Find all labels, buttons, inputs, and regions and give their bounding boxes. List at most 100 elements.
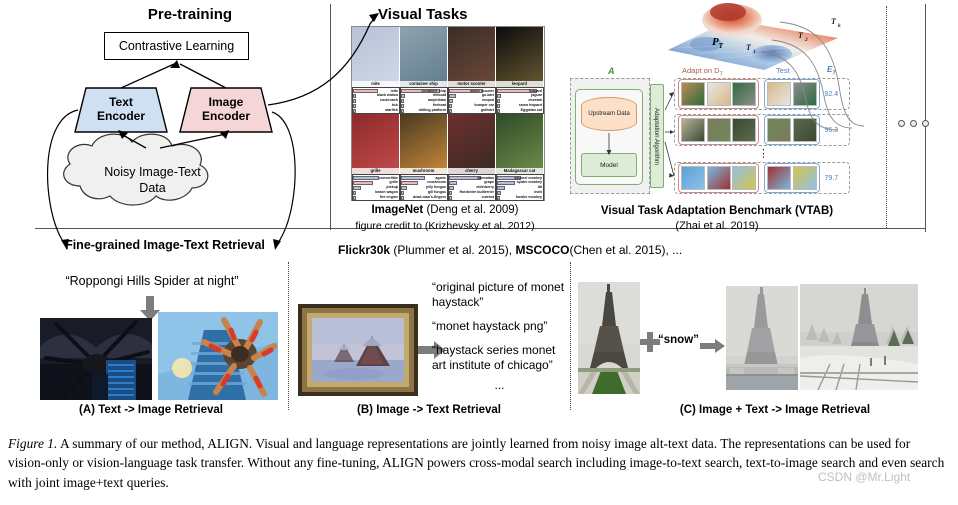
imagenet-prediction-label: beach wagon	[375, 190, 398, 195]
panel-b-result-ellipsis: ...	[494, 378, 505, 392]
pretraining-title: Pre-training	[147, 6, 233, 23]
image-encoder-label-line2: Encoder	[201, 109, 250, 123]
more-tasks-indicator	[898, 118, 954, 130]
vtab-task-space-surface: PT	[660, 2, 845, 74]
imagenet-prediction-label: cheetah	[528, 98, 542, 103]
imagenet-photo: motor scooter	[448, 27, 496, 87]
imagenet-photo: grille	[352, 114, 400, 174]
imagenet-prediction-label: howler monkey	[515, 195, 542, 200]
imagenet-prediction-row: indri	[497, 190, 543, 195]
ring-icon-1	[898, 120, 905, 127]
imagenet-prediction-label: bumper car	[474, 103, 494, 108]
csdn-watermark: CSDN @Mr.Light	[818, 470, 911, 484]
panel-b-result-2: “monet haystack png”	[432, 319, 548, 333]
imagenet-prediction-bar	[449, 175, 481, 181]
panel-c-result-image-1	[726, 286, 798, 390]
imagenet-prediction-label: ffordshire bullterrier	[459, 190, 494, 195]
imagenet-prediction-row: ffordshire bullterrier	[449, 190, 495, 195]
cloud-label-line2: Data	[139, 181, 166, 195]
imagenet-prediction-row: lifeboat	[401, 93, 447, 99]
imagenet-citation: (Deng et al. 2009)	[426, 204, 519, 216]
imagenet-photo: mushroom	[400, 114, 448, 174]
imagenet-prediction-label: convertible	[378, 175, 398, 180]
imagenet-photo: mite	[352, 27, 400, 87]
imagenet-prediction-bar	[497, 93, 501, 99]
flickr30k-citation: (Plummer et al. 2015),	[393, 243, 513, 257]
panel-c-modifier-text: “snow”	[658, 334, 699, 346]
imagenet-photo-label: mite	[352, 81, 399, 87]
imagenet-prediction-row: mite	[353, 89, 399, 94]
vtab-caption: Visual Task Adaptation Benchmark (VTAB) …	[572, 203, 862, 234]
cloud-label-line1: Noisy Image-Text	[104, 165, 201, 180]
imagenet-photo-label: mushroom	[400, 168, 447, 174]
imagenet-prediction-row: currant	[449, 195, 495, 200]
imagenet-prediction-bar	[497, 103, 500, 108]
imagenet-prediction-label: motor scooter	[469, 88, 494, 93]
imagenet-prediction-label: dead-man's-fingers	[412, 195, 446, 200]
vertical-divider-left	[330, 4, 331, 230]
vtab-name: Visual Task Adaptation Benchmark (VTAB)	[600, 205, 834, 217]
imagenet-prediction-label: dalmatian	[477, 175, 494, 180]
panel-c-result-image-2	[799, 284, 919, 391]
panel-c-right-arrow-icon	[700, 338, 726, 354]
imagenet-photo-label: leopard	[496, 81, 543, 87]
imagenet-prediction-bar	[449, 190, 452, 195]
imagenet-figure: mite container ship motor scooter leopard mi…	[351, 26, 545, 201]
imagenet-prediction-bar	[401, 93, 406, 99]
figure-number: Figure 1.	[8, 436, 58, 451]
visual-tasks-title: Visual Tasks	[378, 6, 468, 23]
imagenet-prediction-label: grille	[389, 180, 398, 185]
imagenet-prediction-row: container ship	[401, 89, 447, 94]
imagenet-prediction-label: jaguar	[531, 93, 542, 98]
mscoco-name: MSCOCO	[515, 243, 570, 257]
panel-a-result-image-1	[40, 318, 152, 402]
imagenet-prediction-label: jelly fungus	[426, 185, 446, 190]
imagenet-prediction-bar	[497, 195, 500, 200]
imagenet-prediction-row: Egyptian cat	[497, 108, 543, 113]
imagenet-prediction-bar	[353, 185, 361, 191]
imagenet-prediction-row: bumper car	[449, 103, 495, 108]
imagenet-prediction-bar	[449, 108, 452, 113]
panel-a-caption: (A) Text -> Image Retrieval	[79, 404, 223, 416]
imagenet-photo: cherry	[448, 114, 496, 174]
imagenet-prediction-label: currant	[481, 195, 494, 200]
imagenet-prediction-row: convertible	[353, 175, 399, 181]
imagenet-prediction-bar	[497, 98, 500, 104]
imagenet-prediction-label: snow leopard	[518, 103, 542, 108]
imagenet-prediction-bar	[401, 195, 404, 200]
imagenet-name: ImageNet	[371, 204, 424, 216]
imagenet-prediction-row: motor scooter	[449, 88, 495, 94]
noisy-image-text-data-cloud: Noisy Image-Text Data	[55, 145, 250, 217]
imagenet-prediction-row: fireboat	[401, 103, 447, 108]
imagenet-prediction-label: indri	[534, 190, 542, 195]
imagenet-prediction-label: golfcart	[480, 108, 494, 113]
imagenet-prediction-label: Egyptian cat	[520, 108, 542, 113]
imagenet-prediction-bar	[401, 185, 407, 191]
imagenet-prediction-bars: leopard jaguar cheetah snow leopard Egyptian…	[496, 87, 544, 114]
imagenet-prediction-row: golfcart	[449, 108, 495, 113]
imagenet-prediction-label: gill fungus	[427, 190, 446, 195]
imagenet-prediction-row: squirrel monkey	[497, 176, 543, 181]
imagenet-prediction-bar	[449, 93, 456, 99]
imagenet-prediction-bar	[401, 190, 405, 195]
imagenet-prediction-label: amphibian	[428, 98, 446, 103]
imagenet-prediction-bars: squirrel monkey spider monkey titi indri how…	[496, 174, 544, 201]
panel-a-result-image-2	[158, 312, 278, 400]
surface-label-P: P	[712, 36, 719, 48]
panel-b-query-image	[298, 304, 418, 396]
imagenet-prediction-bar	[401, 180, 418, 186]
figure-caption-text: A summary of our method, ALIGN. Visual a…	[8, 436, 945, 490]
imagenet-prediction-label: tick	[391, 103, 398, 108]
panel-c-caption: (C) Image + Text -> Image Retrieval	[679, 404, 871, 416]
surface-label-sub: T	[718, 42, 724, 51]
ring-icon-2	[910, 120, 917, 127]
imagenet-prediction-row: snow leopard	[497, 103, 543, 108]
imagenet-prediction-label: pickup	[386, 185, 398, 190]
imagenet-prediction-row: grille	[353, 180, 399, 186]
imagenet-prediction-label: starfish	[385, 108, 398, 113]
vtab-diagram: A Adapt on DT Test ET Upstream Data Mode…	[570, 65, 850, 195]
imagenet-prediction-row: howler monkey	[497, 195, 543, 200]
panel-a-query-text: “Roppongi Hills Spider at night”	[65, 274, 239, 288]
imagenet-prediction-row: starfish	[353, 108, 399, 113]
imagenet-prediction-label: black widow	[376, 93, 398, 98]
